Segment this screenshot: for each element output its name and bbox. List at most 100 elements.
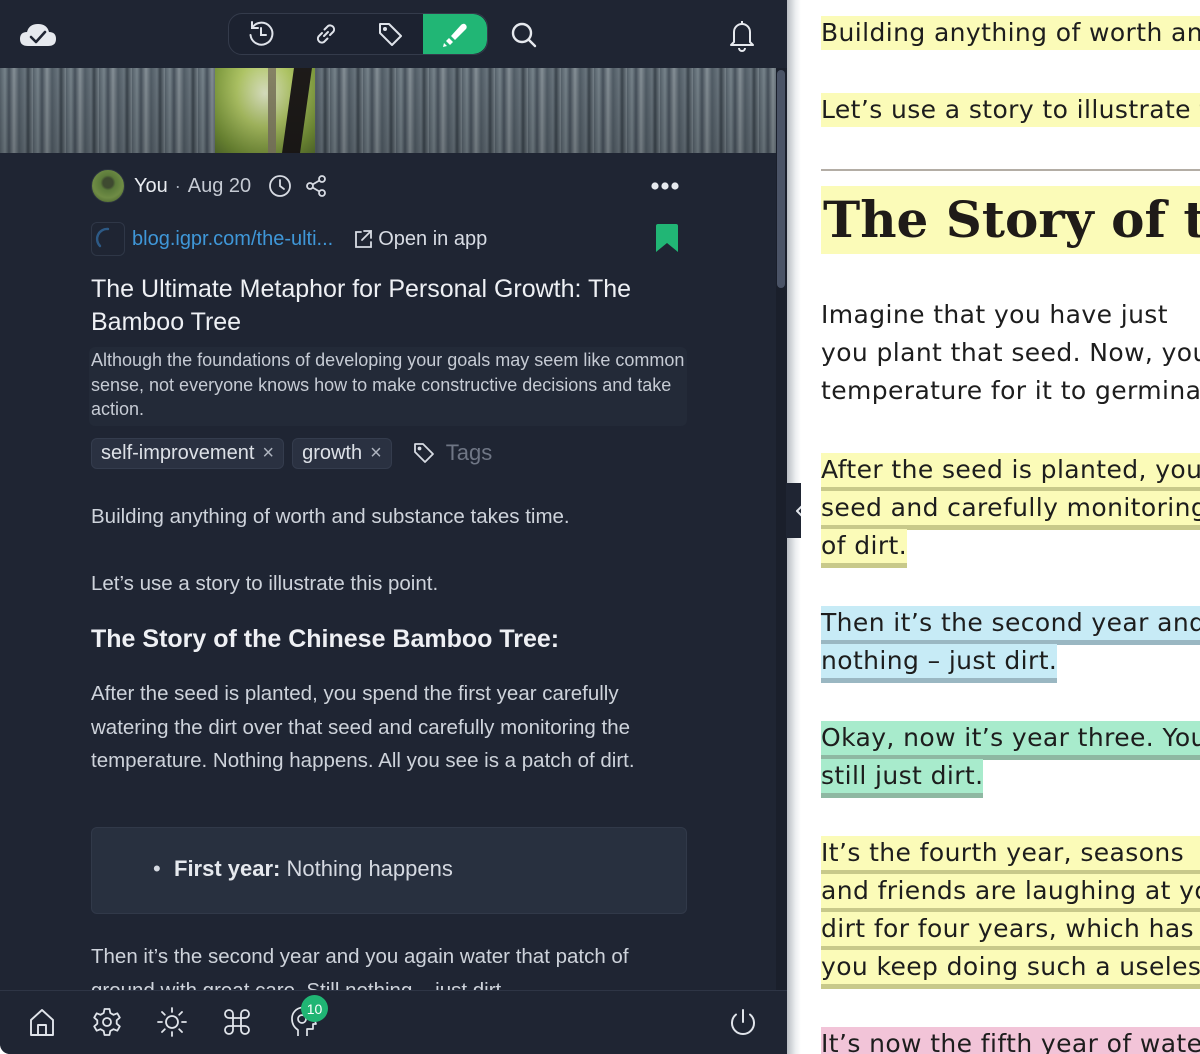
site-favicon (91, 222, 125, 256)
reader-line: you keep doing such a useless (821, 950, 1200, 989)
tool-highlights[interactable] (422, 14, 487, 54)
callout-list-item: First year: Nothing happens (153, 856, 453, 882)
sync-status-button[interactable] (18, 18, 58, 52)
reader-line: It’s the fourth year, seasons (821, 836, 1200, 875)
keyboard-shortcuts-button[interactable] (220, 1005, 254, 1039)
reader-line: of dirt. (821, 529, 908, 568)
search-icon (511, 22, 537, 48)
bell-icon (730, 21, 754, 52)
highlight[interactable]: After the seed is planted, you (821, 453, 1200, 492)
home-button[interactable] (25, 1005, 59, 1039)
reader-line: temperature for it to germinate (821, 376, 1200, 405)
more-horizontal-icon (651, 182, 679, 190)
reader-line: Then it’s the second year and (821, 606, 1200, 645)
original-page-view: Building anything of worth and substance… (801, 0, 1200, 1054)
source-url-link[interactable]: blog.igpr.com/the-ulti... (132, 228, 333, 251)
source-link-row: blog.igpr.com/the-ulti... Open in app (91, 221, 687, 257)
tool-tags[interactable] (358, 14, 423, 54)
search-button[interactable] (505, 17, 543, 53)
open-in-app-button[interactable]: Open in app (351, 227, 487, 251)
tips-count-badge: 10 (301, 995, 328, 1022)
tag-chip: self-improvement × (91, 437, 285, 469)
link-icon (316, 24, 335, 44)
highlight[interactable]: nothing – just dirt. (821, 644, 1058, 683)
highlight[interactable]: Then it’s the second year and (821, 606, 1200, 645)
reader-line: nothing – just dirt. (821, 644, 1058, 683)
reader-line: seed and carefully monitoring (821, 491, 1200, 530)
highlighter-icon (442, 23, 467, 47)
article-summary: Although the foundations of developing y… (89, 347, 687, 426)
reader-line: dirt for four years, which has (821, 912, 1200, 951)
bookmark-button[interactable] (655, 223, 679, 253)
add-tag-placeholder: Tags (445, 440, 493, 465)
more-options-button[interactable] (649, 170, 681, 202)
share-button[interactable] (303, 173, 329, 199)
reader-line: still just dirt. (821, 759, 984, 798)
remove-tag-button[interactable]: × (370, 442, 382, 465)
article-meta: You · Aug 20 (91, 168, 687, 204)
power-icon (731, 1009, 755, 1035)
reader-line: Okay, now it’s year three. You (821, 721, 1200, 760)
remove-tag-button[interactable]: × (262, 442, 274, 465)
command-icon (224, 1009, 250, 1035)
reader-heading[interactable]: The Story of the Chinese Bamboo Tree (821, 186, 1200, 254)
home-icon (30, 1009, 54, 1036)
reader-line: Imagine that you have just (821, 300, 1168, 329)
power-button[interactable] (726, 1006, 760, 1040)
highlight[interactable]: dirt for four years, which has (821, 912, 1200, 951)
history-icon (249, 21, 274, 46)
highlight[interactable]: and friends are laughing at you (821, 874, 1200, 913)
article-date: Aug 20 (187, 174, 252, 197)
highlight[interactable]: Building anything of worth and substance… (821, 16, 1200, 50)
highlight[interactable]: you keep doing such a useless (821, 950, 1200, 989)
tag-chip: growth × (292, 437, 392, 469)
tool-switcher (228, 13, 488, 55)
gear-icon (93, 1008, 121, 1036)
highlight[interactable]: Let’s use a story to illustrate this poi… (821, 93, 1200, 127)
add-tag-input[interactable]: Tags (412, 440, 492, 466)
highlight[interactable]: Okay, now it’s year three. You (821, 721, 1200, 760)
tool-links[interactable] (294, 14, 359, 54)
cloud-check-icon (20, 24, 56, 46)
clock-icon (269, 175, 292, 197)
article-title: The Ultimate Metaphor for Personal Growt… (91, 275, 632, 336)
paragraph: After the seed is planted, you spend the… (91, 682, 635, 772)
tag-label: growth (302, 441, 363, 464)
bottom-bar (0, 990, 787, 1054)
article-panel: You · Aug 20 blog.igpr.com/the-ulti... O… (0, 0, 787, 1054)
reader-line: After the seed is planted, you (821, 453, 1200, 492)
article-cover-image (0, 68, 776, 153)
sun-icon (157, 1007, 187, 1037)
author-name: You (134, 174, 168, 197)
settings-button[interactable] (90, 1005, 124, 1039)
reader-line: Let’s use a story to illustrate this poi… (821, 93, 1200, 127)
callout-block: First year: Nothing happens (91, 827, 687, 914)
share-icon (306, 175, 327, 197)
top-toolbar (0, 0, 787, 68)
open-in-app-label: Open in app (378, 227, 488, 250)
reader-line: you plant that seed. Now, you (821, 338, 1200, 367)
tag-icon (413, 443, 434, 463)
section-heading: The Story of the Chinese Bamboo Tree: (91, 625, 560, 653)
tags-row: self-improvement × growth × Tags (91, 437, 492, 469)
highlight[interactable]: It’s the fourth year, seasons (821, 836, 1200, 875)
avatar[interactable] (91, 169, 125, 203)
notifications-button[interactable] (722, 15, 762, 55)
highlight[interactable]: It’s now the fifth year of watering (821, 1027, 1200, 1054)
reminder-button[interactable] (267, 173, 293, 199)
paragraph: Building anything of worth and substance… (91, 505, 570, 528)
callout-text: Nothing happens (280, 856, 453, 881)
callout-bold: First year: (174, 856, 281, 881)
highlight[interactable]: still just dirt. (821, 759, 984, 798)
theme-toggle-button[interactable] (155, 1005, 189, 1039)
bookmark-filled-icon (656, 224, 678, 252)
paragraph: Let’s use a story to illustrate this poi… (91, 572, 439, 595)
tool-history[interactable] (229, 14, 294, 54)
highlight[interactable]: of dirt. (821, 529, 908, 568)
scrollbar-thumb[interactable] (777, 70, 785, 288)
highlight[interactable]: seed and carefully monitoring (821, 491, 1200, 530)
reader-line: Building anything of worth and substance… (821, 16, 1200, 50)
meta-separator: · (174, 175, 181, 196)
tag-icon (379, 23, 403, 46)
reader-line: It’s now the fifth year of watering (821, 1027, 1200, 1054)
